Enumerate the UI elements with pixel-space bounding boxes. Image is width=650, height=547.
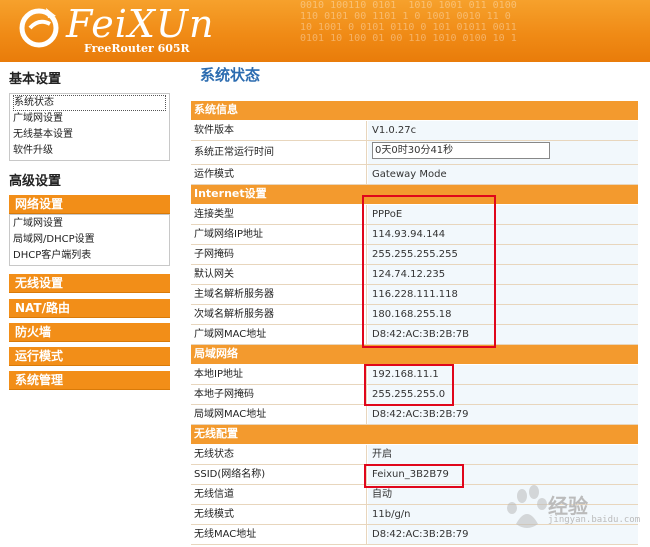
sidebar-item-firmware-upgrade[interactable]: 软件升级 [13, 143, 166, 159]
sidebar-item-dhcp-clients[interactable]: DHCP客户端列表 [13, 248, 166, 264]
wireless-status-value: 开启 [368, 445, 638, 464]
row-label: SSID(网络名称) [191, 465, 367, 484]
sidebar-item-system-status[interactable]: 系统状态 [13, 95, 166, 111]
section-label: 局域网络 [194, 347, 238, 360]
menu-operation-mode[interactable]: 运行模式 [9, 347, 170, 366]
highlight-lan-values [364, 364, 454, 406]
row-label: 默认网关 [191, 265, 367, 284]
section-wireless: 无线配置 [191, 425, 638, 445]
model-name: FreeRouter 605R [84, 42, 190, 55]
row-label: 软件版本 [191, 121, 367, 140]
menu-wireless-settings[interactable]: 无线设置 [9, 274, 170, 293]
row-label: 次域名解析服务器 [191, 305, 367, 324]
section-lan: 局域网络 [191, 345, 638, 365]
sidebar-item-wan-settings[interactable]: 广域网设置 [13, 111, 166, 127]
row-label: 子网掩码 [191, 245, 367, 264]
row-label: 广域网络IP地址 [191, 225, 367, 244]
menu-nat-routing[interactable]: NAT/路由 [9, 299, 170, 318]
table-row: 局域网MAC地址 D8:42:AC:3B:2B:79 [191, 405, 638, 425]
table-row: 运作模式 Gateway Mode [191, 165, 638, 185]
advanced-settings-title: 高级设置 [9, 174, 62, 189]
highlight-internet-values [362, 195, 496, 348]
table-row: 系统正常运行时间 0天0时30分41秒 [191, 141, 638, 165]
row-label: 系统正常运行时间 [191, 141, 367, 164]
section-label: 系统信息 [194, 103, 238, 116]
network-settings-list: 广域网设置 局域网/DHCP设置 DHCP客户端列表 [9, 214, 170, 266]
row-label: 局域网MAC地址 [191, 405, 367, 424]
section-system-info: 系统信息 [191, 101, 638, 121]
feixun-logo-icon [19, 8, 59, 48]
brand-name: FeiXUn [66, 2, 215, 46]
menu-system-management[interactable]: 系统管理 [9, 371, 170, 390]
table-row: 无线状态 开启 [191, 445, 638, 465]
row-label: 连接类型 [191, 205, 367, 224]
sidebar-item-wireless-basic[interactable]: 无线基本设置 [13, 127, 166, 143]
row-label: 本地IP地址 [191, 365, 367, 384]
table-row: 软件版本 V1.0.27c [191, 121, 638, 141]
row-label: 无线模式 [191, 505, 367, 524]
row-label: 广域网MAC地址 [191, 325, 367, 344]
software-version-value: V1.0.27c [368, 121, 638, 140]
sidebar: 基本设置 系统状态 广域网设置 无线基本设置 软件升级 高级设置 网络设置 广域… [0, 62, 176, 547]
row-label: 无线信道 [191, 485, 367, 504]
operation-mode-value: Gateway Mode [368, 165, 638, 184]
header-banner: 0010 100110 0101 1010 1001 011 0100 110 … [0, 0, 650, 62]
basic-settings-title: 基本设置 [9, 72, 62, 87]
uptime-cell: 0天0时30分41秒 [368, 141, 638, 164]
menu-network-settings[interactable]: 网络设置 [9, 195, 170, 214]
highlight-ssid-value [364, 464, 464, 488]
menu-firewall[interactable]: 防火墙 [9, 323, 170, 342]
section-label: 无线配置 [194, 427, 238, 440]
row-label: 主域名解析服务器 [191, 285, 367, 304]
sidebar-item-adv-wan[interactable]: 广域网设置 [13, 216, 166, 232]
row-label: 无线MAC地址 [191, 525, 367, 544]
basic-settings-list: 系统状态 广域网设置 无线基本设置 软件升级 [9, 93, 170, 161]
row-label: 运作模式 [191, 165, 367, 184]
lan-mac-value: D8:42:AC:3B:2B:79 [368, 405, 638, 424]
sidebar-item-lan-dhcp[interactable]: 局域网/DHCP设置 [13, 232, 166, 248]
section-label: Internet设置 [194, 187, 267, 200]
watermark-subtext: jingyan.baidu.com [548, 515, 641, 525]
row-label: 无线状态 [191, 445, 367, 464]
page-title: 系统状态 [200, 66, 261, 84]
binary-background: 0010 100110 0101 1010 1001 011 0100 110 … [300, 0, 517, 44]
row-label: 本地子网掩码 [191, 385, 367, 404]
uptime-field: 0天0时30分41秒 [372, 142, 550, 159]
